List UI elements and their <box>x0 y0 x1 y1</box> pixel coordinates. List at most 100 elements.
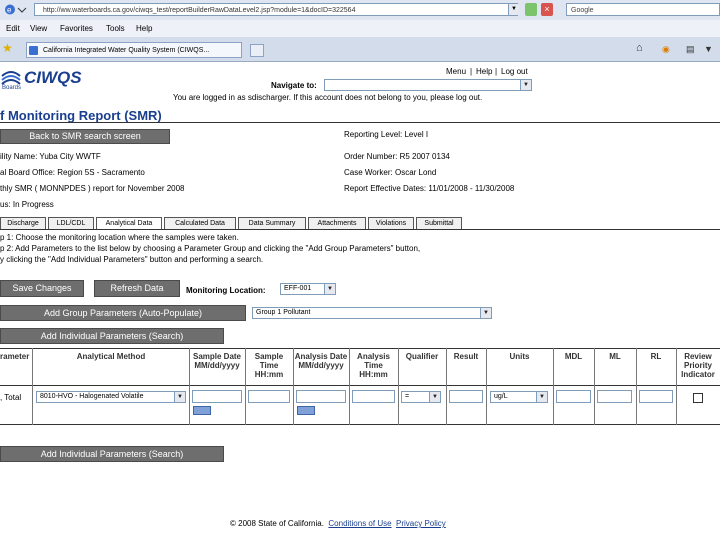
analytical-method-select[interactable]: 8010-HVO - Halogenated Volatile ▼ <box>36 391 186 403</box>
col-header-analysis-time: Analysis Time HH:mm <box>357 352 390 379</box>
footer: © 2008 State of California. Conditions o… <box>230 519 446 528</box>
sample-time-input[interactable] <box>248 390 290 403</box>
analysis-time-input[interactable] <box>352 390 395 403</box>
tab-attachments[interactable]: Attachments <box>308 217 366 229</box>
menu-tools[interactable]: Tools <box>106 24 125 33</box>
menu-edit[interactable]: Edit <box>6 24 20 33</box>
save-changes-button[interactable]: Save Changes <box>0 280 84 297</box>
table-border <box>0 348 720 349</box>
privacy-policy-link[interactable]: Privacy Policy <box>396 519 446 528</box>
monitoring-location-value: EFF-001 <box>284 285 312 292</box>
parameter-group-value: Group 1 Pollutant <box>256 309 311 316</box>
col-header-review-priority: Review Priority Indicator <box>681 352 715 379</box>
menu-view[interactable]: View <box>30 24 47 33</box>
refresh-data-button[interactable]: Refresh Data <box>94 280 180 297</box>
reporting-level: Reporting Level: Level I <box>344 130 429 139</box>
chevron-down-icon: ▼ <box>324 284 335 294</box>
chevron-down-icon[interactable]: ▼ <box>508 4 519 15</box>
mdl-input[interactable] <box>556 390 591 403</box>
col-header-analysis-date: Analysis Date MM/dd/yyyy <box>294 352 348 370</box>
instruction-step-2-cont: y clicking the "Add Individual Parameter… <box>0 255 264 264</box>
report-effective-dates: Report Effective Dates: 11/01/2008 - 11/… <box>344 184 515 193</box>
search-input[interactable]: Google <box>566 3 720 16</box>
col-header-mdl: MDL <box>564 352 583 361</box>
url-input[interactable]: http://ww.waterboards.ca.gov/ciwqs_test/… <box>34 3 518 16</box>
menu-link[interactable]: Menu <box>446 67 466 76</box>
logout-link[interactable]: Log out <box>501 67 528 76</box>
favorites-star-icon[interactable]: ★ <box>2 41 13 55</box>
new-tab-icon[interactable] <box>250 44 264 57</box>
table-border <box>0 385 720 386</box>
divider <box>0 122 720 123</box>
page-menu-icon[interactable]: ▼ <box>704 44 713 54</box>
result-input[interactable] <box>449 390 483 403</box>
ciwqs-logo: CIWQS <box>24 68 82 87</box>
navigate-label: Navigate to: <box>271 81 317 90</box>
tab-data-summary[interactable]: Data Summary <box>238 217 306 229</box>
regional-board-office: al Board Office: Region 5S - Sacramento <box>0 168 145 177</box>
chevron-down-icon: ▼ <box>520 80 531 90</box>
help-link[interactable]: Help <box>476 67 492 76</box>
chevron-down-icon: ▼ <box>536 392 547 402</box>
browser-tab[interactable]: California Integrated Water Quality Syst… <box>26 42 242 58</box>
menu-bar: Edit View Favorites Tools Help <box>0 20 720 38</box>
tab-analytical-data[interactable]: Analytical Data <box>96 217 162 229</box>
ml-input[interactable] <box>597 390 632 403</box>
col-header-analytical-method: Analytical Method <box>76 352 146 361</box>
review-priority-checkbox[interactable] <box>693 393 703 403</box>
board-caption: Boards <box>2 85 22 91</box>
print-icon[interactable]: ▤ <box>686 44 695 55</box>
report-description: thly SMR ( MONNPDES ) report for Novembe… <box>0 184 185 193</box>
chevron-down-icon: ▼ <box>429 392 440 402</box>
tab-calculated-data[interactable]: Calculated Data <box>164 217 236 229</box>
monitoring-location-select[interactable]: EFF-001 ▼ <box>280 283 336 295</box>
svg-text:e: e <box>7 6 12 15</box>
divider <box>0 229 720 230</box>
calendar-icon[interactable] <box>297 406 315 415</box>
col-header-ml: ML <box>609 352 621 361</box>
conditions-of-use-link[interactable]: Conditions of Use <box>328 519 391 528</box>
add-group-parameters-button[interactable]: Add Group Parameters (Auto-Populate) <box>0 305 246 321</box>
case-worker: Case Worker: Oscar Lond <box>344 168 437 177</box>
tab-discharge[interactable]: Discharge <box>0 217 46 229</box>
col-header-sample-date: Sample Date MM/dd/yyyy <box>192 352 242 370</box>
stop-icon[interactable]: × <box>541 3 553 16</box>
copyright: © 2008 State of California. <box>230 519 324 528</box>
col-header-units: Units <box>509 352 530 361</box>
tab-submittal[interactable]: Submittal <box>416 217 462 229</box>
report-status: us: In Progress <box>0 200 54 209</box>
col-header-qualifier: Qualifier <box>405 352 439 361</box>
qualifier-value: = <box>405 393 410 400</box>
parameter-group-select[interactable]: Group 1 Pollutant ▼ <box>252 307 492 319</box>
back-to-search-button[interactable]: Back to SMR search screen <box>0 129 170 144</box>
tab-violations[interactable]: Violations <box>368 217 414 229</box>
navigate-select[interactable]: ▼ <box>324 79 532 91</box>
qualifier-select[interactable]: = ▼ <box>401 391 441 403</box>
add-individual-parameters-bottom-button[interactable]: Add Individual Parameters (Search) <box>0 446 224 462</box>
instruction-step-2: p 2: Add Parameters to the list below by… <box>0 244 421 253</box>
col-header-sample-time: Sample Time HH:mm <box>254 352 284 379</box>
ie-logo-icon: e <box>4 3 28 16</box>
units-value: ug/L <box>494 393 508 400</box>
units-select[interactable]: ug/L ▼ <box>490 391 548 403</box>
facility-name: ility Name: Yuba City WWTF <box>0 152 101 161</box>
add-individual-parameters-button[interactable]: Add Individual Parameters (Search) <box>0 328 224 344</box>
menu-help[interactable]: Help <box>136 24 152 33</box>
login-message: You are logged in as sdischarger. If thi… <box>173 93 483 102</box>
instruction-step-1: p 1: Choose the monitoring location wher… <box>0 233 239 242</box>
col-header-parameter: rameter <box>0 352 30 361</box>
refresh-icon[interactable] <box>525 3 537 16</box>
tab-ldl-cdl[interactable]: LDL/CDL <box>48 217 94 229</box>
chevron-down-icon: ▼ <box>174 392 185 402</box>
col-header-rl: RL <box>650 352 662 361</box>
rss-feed-icon[interactable]: ◉ <box>662 44 670 55</box>
calendar-icon[interactable] <box>193 406 211 415</box>
sample-date-input[interactable] <box>192 390 242 403</box>
order-number: Order Number: R5 2007 0134 <box>344 152 450 161</box>
menu-favorites[interactable]: Favorites <box>60 24 93 33</box>
chevron-down-icon: ▼ <box>480 308 491 318</box>
analysis-date-input[interactable] <box>296 390 346 403</box>
rl-input[interactable] <box>639 390 673 403</box>
parameter-name: , Total <box>0 393 22 402</box>
home-icon[interactable]: ⌂ <box>636 42 643 54</box>
